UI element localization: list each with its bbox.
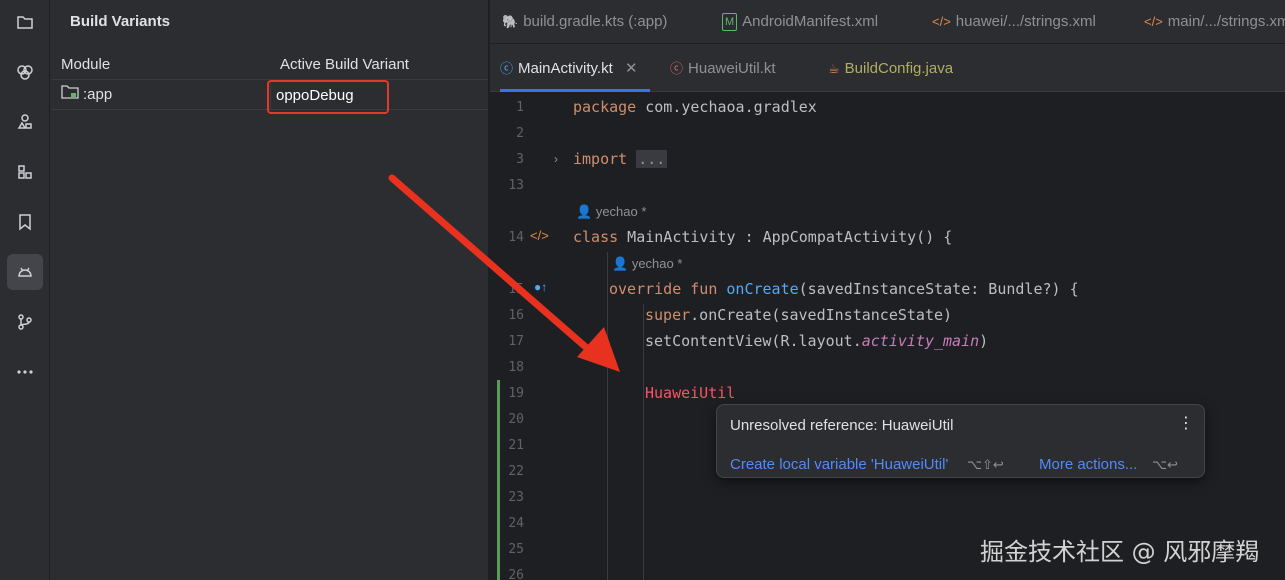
watermark: 掘金技术社区 @ 风邪摩羯 (980, 538, 1260, 566)
user-icon: 👤 (612, 256, 629, 271)
shortcut-hint: ⌥↩ (1152, 457, 1178, 472)
panel-title: Build Variants (70, 13, 171, 30)
xml-icon: </> (1144, 14, 1163, 30)
structure-icon[interactable] (7, 154, 43, 190)
more-actions-link[interactable]: More actions... (1039, 456, 1137, 473)
active-variant-select[interactable]: oppoDebug (276, 84, 354, 108)
override-gutter-icon[interactable]: ●↑ (534, 280, 547, 294)
code-editor[interactable]: 1 2 3 13 14 15 16 17 18 19 20 21 22 23 2… (490, 92, 1285, 580)
code-author-hint[interactable]: 👤 yechao * (612, 256, 682, 272)
create-local-variable-link[interactable]: Create local variable 'HuaweiUtil' (730, 456, 948, 473)
line-number: 16 (508, 308, 524, 323)
code-line: override fun onCreate(savedInstanceState… (609, 280, 1079, 298)
user-icon: 👤 (576, 204, 593, 219)
build-variants-panel: Build Variants Module Active Build Varia… (50, 0, 488, 580)
code-line: package com.yechaoa.gradlex (573, 98, 817, 116)
line-number: 15 (508, 282, 524, 297)
line-number: 13 (508, 178, 524, 193)
error-popup: Unresolved reference: HuaweiUtil ⋮ Creat… (716, 404, 1205, 478)
folded-imports[interactable]: ... (636, 150, 668, 168)
code-line: class MainActivity : AppCompatActivity()… (573, 228, 953, 246)
unresolved-reference[interactable]: HuaweiUtil (645, 384, 735, 402)
code-line: super.onCreate(savedInstanceState) (645, 306, 953, 324)
kotlin-class-icon: ⓒ (500, 61, 514, 77)
line-number: 21 (508, 438, 524, 453)
code-line: setContentView(R.layout.activity_main) (645, 332, 989, 350)
line-number: 19 (508, 386, 524, 401)
indent-guide (607, 252, 608, 580)
column-header-module[interactable]: Module (61, 50, 271, 80)
tab-huaweiutil[interactable]: ⓒ HuaweiUtil.kt (670, 44, 776, 92)
git-branch-icon[interactable] (7, 304, 43, 340)
line-number: 3 (516, 152, 524, 167)
xml-icon: </> (932, 14, 951, 30)
table-header: Module Active Build Variant (52, 50, 488, 80)
more-tools-icon[interactable] (7, 354, 43, 390)
resource-manager-icon[interactable] (7, 104, 43, 140)
editor-tabs-row-1: 🐘 build.gradle.kts (:app) M AndroidManifes… (490, 0, 1285, 44)
project-folder-icon[interactable] (7, 4, 43, 40)
line-number: 22 (508, 464, 524, 479)
line-number: 24 (508, 516, 524, 531)
build-variants-android-icon[interactable] (7, 254, 43, 290)
kebab-menu-icon[interactable]: ⋮ (1178, 413, 1194, 433)
kotlin-class-icon: ⓒ (670, 61, 684, 77)
tab-mainactivity[interactable]: ⓒ MainActivity.kt ✕ (500, 44, 650, 92)
xml-layout-gutter-icon[interactable]: </> (530, 228, 549, 243)
bookmarks-icon[interactable] (7, 204, 43, 240)
gradle-icon: 🐘 (502, 14, 519, 30)
tab-huawei-strings[interactable]: </> huawei/.../strings.xml (932, 0, 1096, 44)
fold-expand-icon[interactable]: › (554, 152, 558, 166)
java-icon: ☕ (828, 61, 840, 77)
line-number: 20 (508, 412, 524, 427)
module-folder-icon (61, 80, 79, 110)
line-number: 23 (508, 490, 524, 505)
tab-buildconfig[interactable]: ☕ BuildConfig.java (828, 44, 953, 92)
line-number: 18 (508, 360, 524, 375)
code-line: import ... (573, 150, 668, 168)
tool-window-strip (0, 0, 50, 580)
line-number: 1 (516, 100, 524, 115)
gemini-assistant-icon[interactable] (7, 54, 43, 90)
indent-guide (643, 304, 644, 580)
editor-tabs-row-2: ⓒ MainActivity.kt ✕ ⓒ HuaweiUtil.kt ☕ Build… (490, 44, 1285, 92)
close-tab-icon[interactable]: ✕ (625, 60, 638, 77)
module-cell[interactable]: :app (61, 80, 271, 110)
manifest-icon: M (722, 13, 738, 32)
line-number: 2 (516, 126, 524, 141)
tab-android-manifest[interactable]: M AndroidManifest.xml (722, 0, 878, 44)
line-number: 26 (508, 568, 524, 580)
line-number: 25 (508, 542, 524, 557)
shortcut-hint: ⌥⇧↩ (967, 457, 1004, 472)
tab-build-gradle[interactable]: 🐘 build.gradle.kts (:app) (502, 0, 667, 44)
error-message: Unresolved reference: HuaweiUtil (730, 417, 954, 434)
line-number: 17 (508, 334, 524, 349)
line-number: 14 (508, 230, 524, 245)
tab-main-strings[interactable]: </> main/.../strings.xm (1144, 0, 1285, 44)
code-author-hint[interactable]: 👤 yechao * (576, 204, 646, 220)
column-header-variant[interactable]: Active Build Variant (280, 50, 488, 80)
module-name: :app (83, 86, 113, 103)
